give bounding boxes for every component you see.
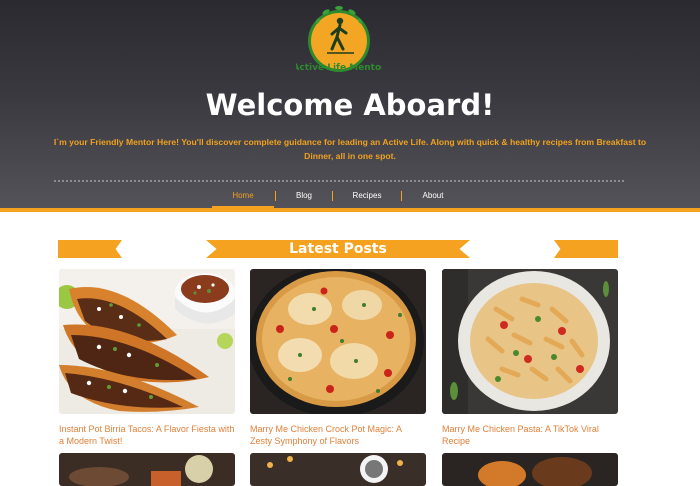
post-card[interactable]: Marry Me Chicken Pasta: A TikTok Viral R… [442, 269, 618, 447]
nav-home[interactable]: Home [212, 184, 274, 208]
tagline: I`m your Friendly Mentor Here! You'll di… [53, 137, 647, 161]
post-title[interactable]: Marry Me Chicken Pasta: A TikTok Viral R… [442, 423, 618, 447]
post-card[interactable]: Instant Pot Birria Tacos: A Flavor Fiest… [59, 269, 235, 447]
post-title[interactable]: Instant Pot Birria Tacos: A Flavor Fiest… [59, 423, 235, 447]
nav-recipes[interactable]: Recipes [333, 184, 401, 208]
logo-text: Active Life Mentor [296, 63, 382, 73]
post-image-row2-2[interactable] [250, 453, 426, 486]
post-image-birria-tacos[interactable] [59, 269, 235, 414]
post-card[interactable]: Marry Me Chicken Crock Pot Magic: A Zest… [250, 269, 426, 447]
section-title: Latest Posts [289, 241, 387, 257]
post-image-row2-3[interactable] [442, 453, 618, 486]
post-title[interactable]: Marry Me Chicken Crock Pot Magic: A Zest… [250, 423, 426, 447]
ribbon-right [554, 240, 618, 258]
post-image-chicken-skillet[interactable] [250, 269, 426, 414]
ribbon-left [58, 240, 122, 258]
nav-blog[interactable]: Blog [276, 184, 332, 208]
nav-about[interactable]: About [402, 184, 464, 208]
main-nav: Home Blog Recipes About [0, 184, 700, 208]
post-image-row2-1[interactable] [59, 453, 235, 486]
dotted-divider [54, 180, 624, 182]
site-logo[interactable]: Active Life Mentor [296, 3, 382, 83]
post-image-chicken-pasta[interactable] [442, 269, 618, 414]
page-title: Welcome Aboard! [205, 88, 495, 122]
latest-posts-ribbon: Latest Posts [58, 240, 618, 258]
header-accent-bar [0, 208, 700, 212]
